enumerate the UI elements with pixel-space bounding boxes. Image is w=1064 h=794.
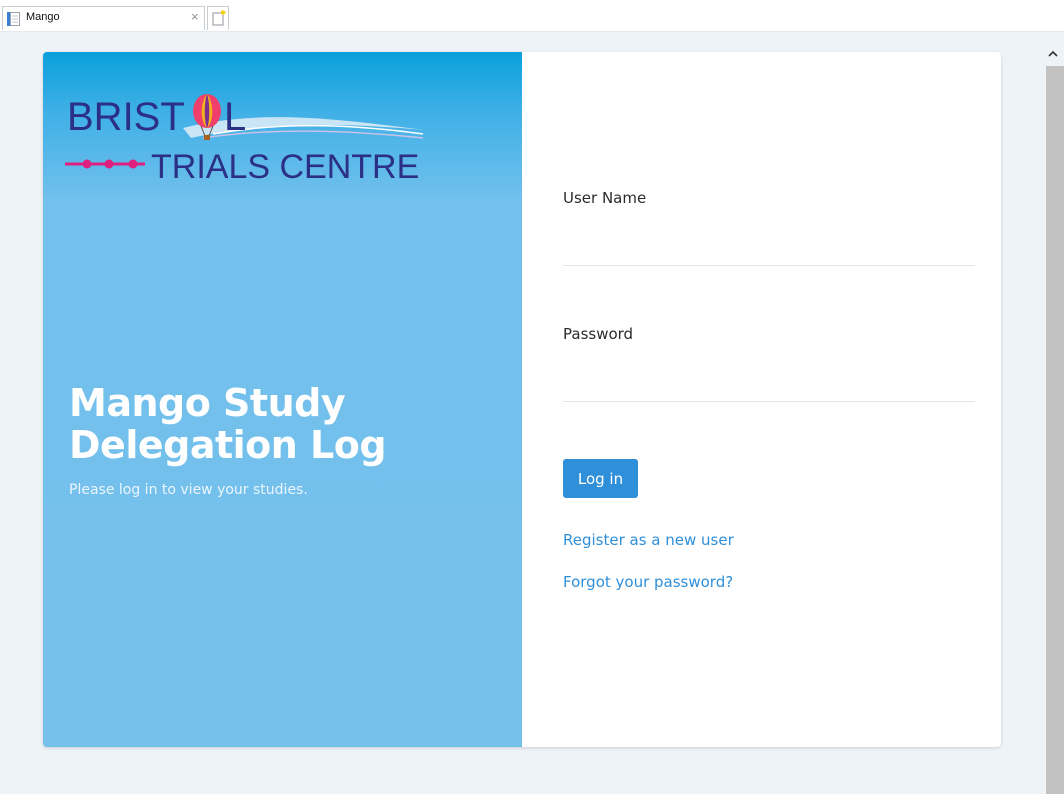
new-tab-icon	[212, 10, 226, 26]
login-form: User Name Password Log in Register as a …	[522, 52, 1001, 747]
page-title-line2: Delegation Log	[69, 423, 387, 467]
logo-line2: TRIALS CENTRE	[151, 148, 419, 186]
login-button[interactable]: Log in	[563, 459, 638, 498]
password-label: Password	[563, 325, 634, 343]
scrollbar-thumb[interactable]	[1046, 66, 1064, 794]
bristol-trials-centre-logo: BRIST L TRIALS CENTRE	[63, 90, 433, 194]
page-title-line1: Mango Study	[69, 381, 346, 425]
page-icon	[7, 11, 20, 26]
register-link[interactable]: Register as a new user	[563, 531, 734, 549]
password-input[interactable]	[563, 371, 975, 402]
username-input[interactable]	[563, 235, 975, 266]
chevron-up-icon	[1048, 50, 1058, 57]
logo-line1-left: BRIST	[67, 95, 185, 139]
browser-tab[interactable]: Mango ×	[2, 6, 205, 30]
logo-line1-right: L	[224, 95, 246, 139]
page-title: Mango Study Delegation Log	[69, 382, 509, 466]
close-icon[interactable]: ×	[191, 9, 199, 24]
branding-panel: BRIST L TRIALS CENTRE Mango Study Delega…	[43, 52, 522, 747]
scroll-up-button[interactable]	[1044, 44, 1062, 62]
tab-title: Mango	[26, 11, 60, 23]
username-label: User Name	[563, 189, 647, 207]
browser-tab-strip: Mango ×	[0, 0, 1064, 32]
new-tab-button[interactable]	[207, 6, 229, 30]
login-card: BRIST L TRIALS CENTRE Mango Study Delega…	[43, 52, 1001, 747]
forgot-password-link[interactable]: Forgot your password?	[563, 573, 733, 591]
page-subtitle: Please log in to view your studies.	[69, 482, 308, 498]
